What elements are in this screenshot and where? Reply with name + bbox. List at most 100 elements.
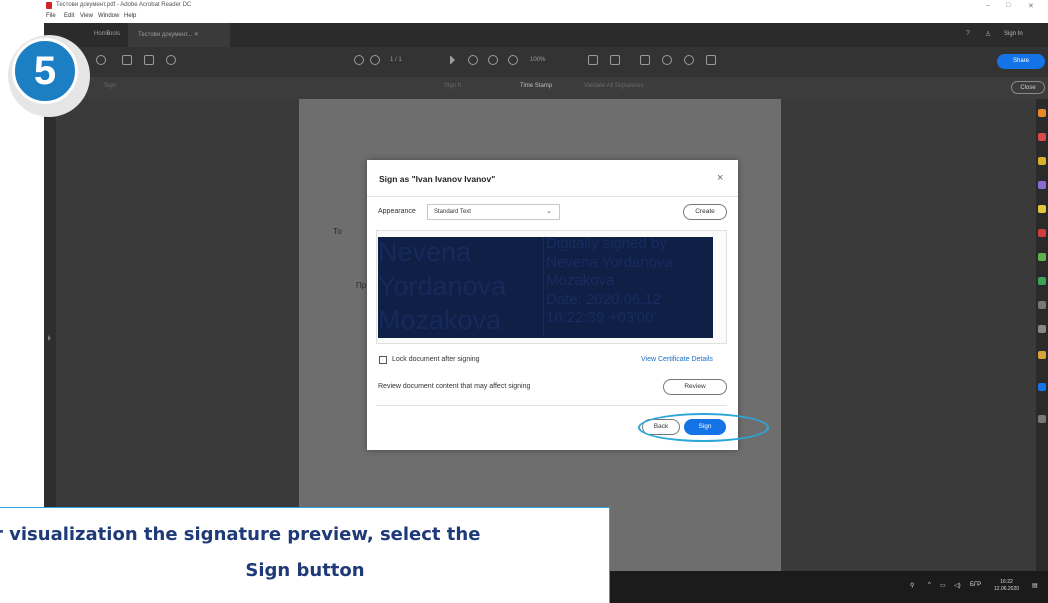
page-text-line: То [333, 227, 342, 236]
caption-line: Sign button [245, 560, 365, 581]
tab-tools[interactable]: Tools [106, 31, 120, 37]
window-title-bar: Тестови документ.pdf - Adobe Acrobat Rea… [44, 0, 1048, 11]
step-badge-circle: 5 [12, 38, 78, 104]
more-tools-icon[interactable] [1038, 325, 1046, 333]
dialog-close-icon[interactable]: × [717, 172, 723, 184]
time-stamp-button[interactable]: Time Stamp [520, 83, 552, 89]
signature-detail-line: Date: 2020.06.12 [546, 290, 662, 308]
left-panel-collapsed[interactable] [44, 99, 56, 571]
tab-document[interactable]: Тестови документ... ✕ [128, 23, 230, 47]
sign-it-button[interactable]: Sign It [444, 83, 461, 89]
language-indicator[interactable]: БГР [970, 582, 981, 588]
validate-signatures-button[interactable]: Validate All Signatures [584, 83, 644, 89]
acrobat-pdf-icon [46, 2, 52, 9]
signature-detail-line: Nevena Yordanova [546, 253, 673, 271]
sign-in-link[interactable]: Sign In [1004, 31, 1023, 37]
network-icon[interactable]: ▭ [940, 582, 946, 589]
certificates-tool-icon[interactable] [1038, 383, 1046, 391]
comment-tool-icon[interactable] [1038, 181, 1046, 189]
tab-document-label: Тестови документ... ✕ [138, 32, 199, 38]
signature-name-line: Nevena [378, 237, 472, 267]
combine-files-icon[interactable] [1038, 205, 1046, 213]
review-button[interactable]: Review [663, 379, 727, 395]
search-icon[interactable] [166, 55, 176, 65]
comment-icon[interactable] [640, 55, 650, 65]
minimize-button[interactable]: – [986, 2, 990, 9]
organize-pages-icon[interactable] [1038, 229, 1046, 237]
signature-name-line: Mozakova [378, 305, 502, 335]
sign-dialog: Sign as "Ivan Ivanov Ivanov" × Appearanc… [367, 160, 738, 450]
menu-edit[interactable]: Edit [64, 13, 74, 19]
tray-chevron-icon[interactable]: ^ [928, 582, 931, 588]
protect-icon[interactable] [1038, 277, 1046, 285]
lock-document-label[interactable]: Lock document after signing [392, 356, 480, 363]
menu-help[interactable]: Help [124, 13, 136, 19]
signature-details: Digitally signed by Nevena Yordanova Moz… [546, 237, 713, 328]
right-tools-rail [1036, 99, 1048, 571]
appearance-value: Standard Text [434, 209, 471, 215]
taskbar-clock[interactable]: 16:22 12.06.2020 [994, 579, 1019, 593]
volume-icon[interactable]: ◁) [954, 582, 961, 589]
clock-date: 12.06.2020 [994, 586, 1020, 592]
draw-icon[interactable] [684, 55, 694, 65]
caption-line: r visualization the signature preview, s… [0, 524, 481, 545]
user-icon[interactable]: ♙ [985, 30, 991, 38]
menu-file[interactable]: File [46, 13, 56, 19]
review-content-label: Review document content that may affect … [378, 383, 531, 390]
create-pdf-icon[interactable] [1038, 133, 1046, 141]
zoom-in-icon[interactable] [508, 55, 518, 65]
maximize-button[interactable]: □ [1006, 2, 1010, 9]
zoom-out-icon[interactable] [488, 55, 498, 65]
view-certificate-details-link[interactable]: View Certificate Details [641, 356, 713, 363]
fit-page-icon[interactable] [588, 55, 598, 65]
menu-view[interactable]: View [80, 13, 93, 19]
expand-panel-icon[interactable] [48, 335, 51, 341]
signature-name: Nevena Yordanova Mozakova [378, 237, 543, 337]
send-for-signature-icon[interactable] [1038, 351, 1046, 359]
highlight-pen-icon[interactable] [662, 55, 672, 65]
dialog-title: Sign as "Ivan Ivanov Ivanov" [379, 174, 496, 184]
customize-tools-icon[interactable] [1038, 415, 1046, 423]
certificates-toolbar: Sign Sign It Time Stamp Validate All Sig… [44, 77, 1048, 99]
notifications-icon[interactable]: ▤ [1032, 582, 1038, 589]
scroll-mode-icon[interactable] [610, 55, 620, 65]
email-icon[interactable] [144, 55, 154, 65]
people-icon[interactable]: ⚲ [910, 582, 914, 589]
share-button[interactable]: Share [997, 54, 1045, 69]
page-indicator[interactable]: 1 / 1 [390, 57, 402, 63]
stamp-icon[interactable] [706, 55, 716, 65]
signature-divider [543, 237, 544, 338]
export-pdf-icon[interactable] [1038, 109, 1046, 117]
divider [367, 196, 738, 197]
signature-detail-line: Mozakova [546, 272, 615, 289]
print-icon[interactable] [122, 55, 132, 65]
next-page-icon[interactable] [370, 55, 380, 65]
appearance-label: Appearance [378, 208, 416, 215]
close-window-button[interactable]: ✕ [1028, 2, 1034, 10]
step-number: 5 [33, 49, 57, 93]
close-tool-button[interactable]: Close [1011, 81, 1045, 94]
help-icon[interactable]: ? [966, 30, 970, 37]
previous-page-icon[interactable] [354, 55, 364, 65]
select-cursor-icon[interactable] [450, 55, 455, 65]
zoom-level[interactable]: 100% [530, 57, 545, 63]
redact-icon[interactable] [1038, 253, 1046, 261]
hand-tool-icon[interactable] [468, 55, 478, 65]
certificates-label: Sign [104, 83, 117, 89]
chevron-down-icon: ⌄ [546, 208, 552, 215]
signature-preview: Nevena Yordanova Mozakova Digitally sign… [378, 237, 713, 338]
appearance-dropdown[interactable]: Standard Text ⌄ [427, 204, 560, 220]
menu-bar: File Edit View Window Help [44, 11, 1048, 23]
fill-sign-icon[interactable] [1038, 301, 1046, 309]
sign-button-highlight [638, 413, 769, 442]
menu-window[interactable]: Window [98, 13, 119, 19]
main-toolbar: 1 / 1 100% Share [44, 47, 1048, 77]
upload-icon[interactable] [96, 55, 106, 65]
window-title: Тестови документ.pdf - Adobe Acrobat Rea… [56, 2, 192, 8]
signature-name-line: Yordanova [378, 271, 507, 301]
page-text-line: Пр [356, 281, 367, 290]
edit-pdf-icon[interactable] [1038, 157, 1046, 165]
lock-document-checkbox[interactable] [379, 356, 387, 364]
step-badge: 5 [8, 35, 90, 117]
create-button[interactable]: Create [683, 204, 727, 220]
